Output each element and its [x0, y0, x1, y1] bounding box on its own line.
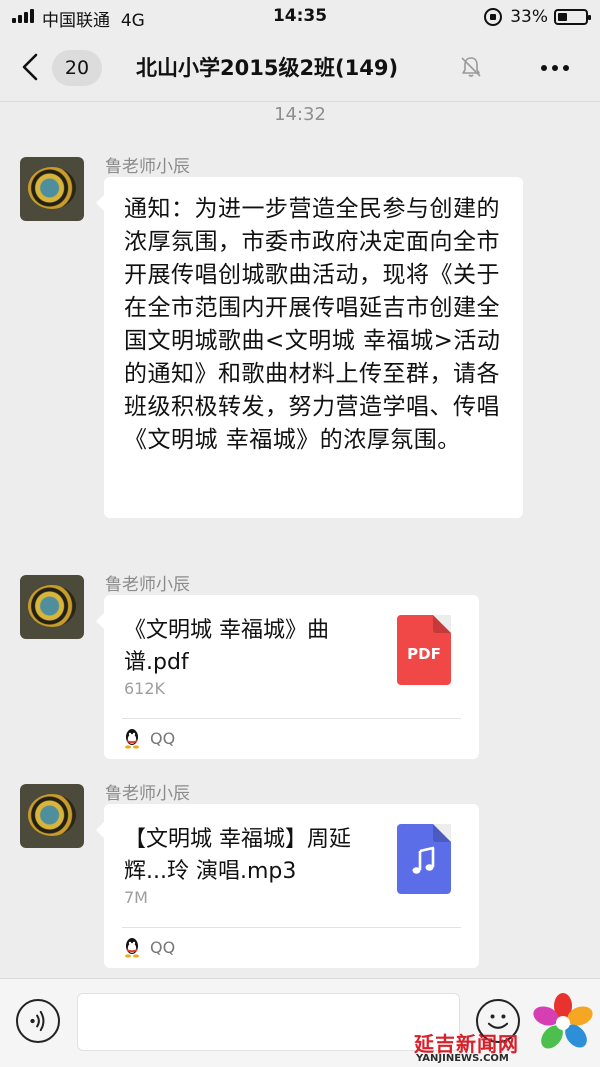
message-time-divider: 14:32	[274, 104, 326, 125]
file-name: 【文明城 幸福城】周延辉...玲 演唱.mp3	[124, 827, 351, 884]
message-item: 鲁老师小辰 通知：为进一步营造全民参与创建的浓厚氛围，市委市政府决定面向全市开展…	[0, 150, 600, 530]
chat-title: 北山小学2015级2班(149)	[136, 56, 399, 80]
unread-count-badge[interactable]: 20	[52, 50, 102, 86]
message-item: 鲁老师小辰 《文明城 幸福城》曲谱.pdf 612K PDF QQ	[0, 568, 600, 764]
file-name: 《文明城 幸福城》曲谱.pdf	[124, 618, 329, 675]
file-source: QQ	[122, 935, 175, 959]
mute-bell-icon	[461, 57, 481, 77]
divider	[122, 927, 461, 928]
avatar[interactable]	[20, 575, 84, 639]
battery-icon	[554, 9, 591, 25]
more-options-icon[interactable]	[540, 58, 570, 78]
message-text: 通知：为进一步营造全民参与创建的浓厚氛围，市委市政府决定面向全市开展传唱创城歌曲…	[124, 196, 501, 453]
battery-fill	[558, 13, 567, 21]
music-icon	[397, 824, 451, 894]
status-bar: 中国联通 4G 14:35 33%	[0, 0, 600, 34]
orientation-lock-icon	[484, 8, 503, 26]
file-message-bubble[interactable]: 【文明城 幸福城】周延辉...玲 演唱.mp3 7M QQ	[96, 804, 479, 968]
sender-name: 鲁老师小辰	[105, 784, 190, 804]
avatar[interactable]	[20, 157, 84, 221]
file-size: 612K	[124, 679, 166, 698]
file-size: 7M	[124, 888, 148, 907]
message-input[interactable]	[77, 993, 460, 1051]
pdf-icon: PDF	[397, 615, 451, 685]
chat-header: 20 北山小学2015级2班(149)	[0, 34, 600, 102]
file-source-label: QQ	[150, 937, 176, 957]
music-note-icon	[412, 846, 435, 874]
sender-name: 鲁老师小辰	[105, 575, 190, 595]
file-message-bubble[interactable]: 《文明城 幸福城》曲谱.pdf 612K PDF QQ	[96, 595, 479, 759]
back-icon[interactable]	[16, 52, 46, 82]
qq-icon	[125, 938, 139, 958]
file-source-label: QQ	[150, 728, 176, 748]
battery-percent: 33%	[510, 7, 548, 27]
voice-input-icon[interactable]	[16, 999, 60, 1043]
avatar[interactable]	[20, 784, 84, 848]
watermark-url: YANJINEWS.COM	[416, 1053, 509, 1064]
sender-name: 鲁老师小辰	[105, 157, 190, 177]
text-message-bubble[interactable]: 通知：为进一步营造全民参与创建的浓厚氛围，市委市政府决定面向全市开展传唱创城歌曲…	[96, 177, 523, 518]
pdf-icon-label: PDF	[407, 645, 441, 663]
file-source: QQ	[122, 726, 175, 750]
message-item: 鲁老师小辰 【文明城 幸福城】周延辉...玲 演唱.mp3 7M QQ	[0, 777, 600, 973]
watermark-logo: 延吉新闻网 YANJINEWS.COM	[410, 990, 600, 1067]
divider	[122, 718, 461, 719]
flower-logo-icon	[533, 993, 593, 1049]
qq-icon	[125, 729, 139, 749]
status-right: 33%	[484, 6, 591, 28]
